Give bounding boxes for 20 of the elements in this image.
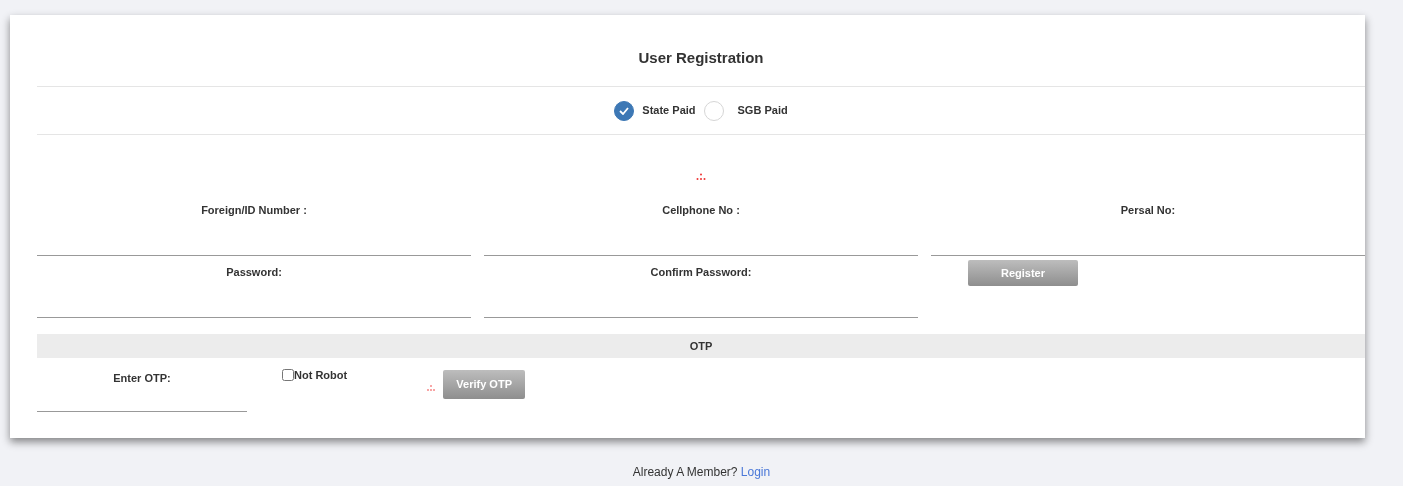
verify-otp-button[interactable]: Verify OTP [443,370,526,399]
field-label: Foreign/ID Number : [200,203,308,218]
radio-button[interactable] [614,100,635,121]
checkbox[interactable] [282,369,294,381]
footer-text: Already A Member? [632,465,738,479]
otp-header: OTP [37,334,1365,358]
field-label: Persal No: [1119,203,1177,218]
radio-label: SGB Paid [737,103,788,119]
check-icon [619,106,630,115]
login-link[interactable]: Login [740,465,771,479]
loading-icon [696,173,706,181]
field-label: Password: [225,265,283,280]
register-button[interactable]: Register [968,260,1078,286]
checkbox-label: Not Robot [294,368,348,383]
page-title: User Registration [37,15,1365,87]
loading-icon [427,385,436,391]
radio-label: State Paid [642,103,696,119]
field-label: Confirm Password: [649,265,753,280]
field-label: Enter OTP: [112,371,172,386]
field-label: Cellphone No : [661,203,741,218]
